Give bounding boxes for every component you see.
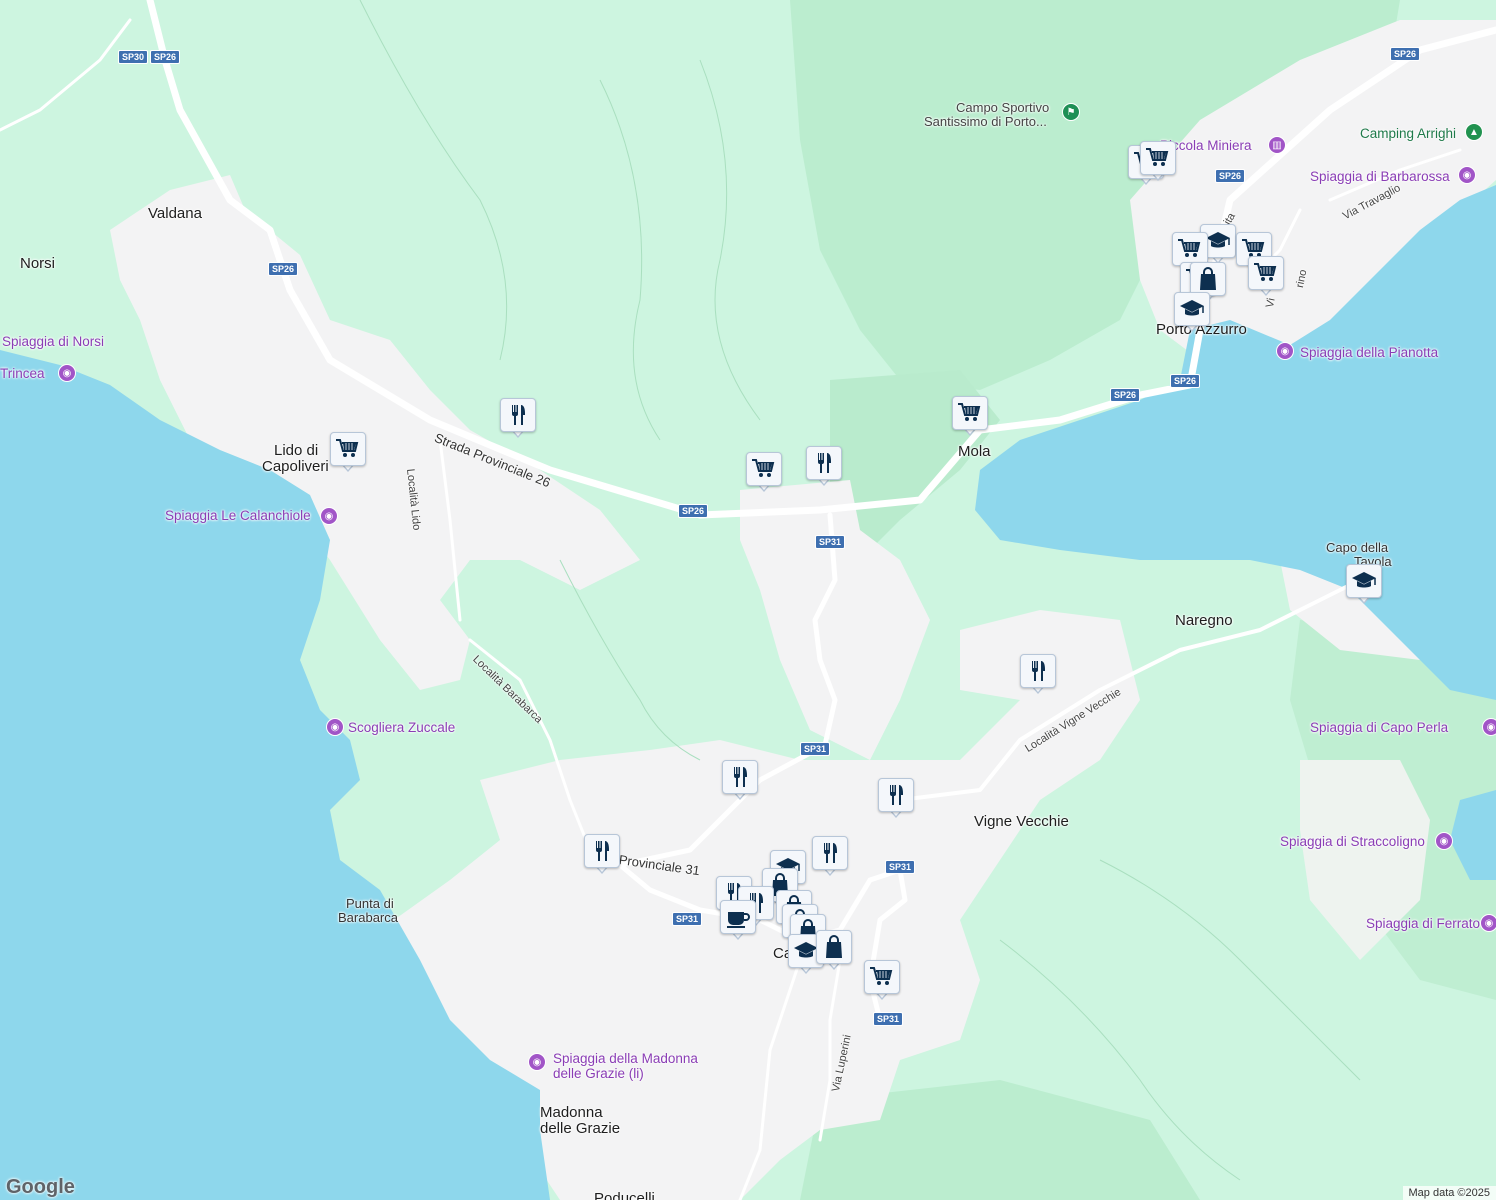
bag-icon bbox=[826, 935, 842, 958]
sports-icon[interactable]: ⚑ bbox=[1062, 103, 1080, 121]
place-label-poducelli[interactable]: Poducelli bbox=[594, 1191, 655, 1200]
school-marker[interactable] bbox=[1174, 292, 1210, 334]
school-icon bbox=[1206, 232, 1230, 248]
restaurant-icon bbox=[512, 405, 525, 425]
camera-icon[interactable]: ◉ bbox=[326, 718, 344, 736]
road-shield: SP26 bbox=[1215, 169, 1246, 183]
camera-icon[interactable]: ◉ bbox=[1458, 166, 1476, 184]
road-shield: SP31 bbox=[815, 535, 846, 549]
poi-label-zuccale[interactable]: Scogliera Zuccale bbox=[348, 720, 455, 736]
road-shield: SP31 bbox=[672, 912, 703, 926]
place-label-norsi[interactable]: Norsi bbox=[20, 256, 55, 272]
museum-icon[interactable]: ▥ bbox=[1268, 136, 1286, 154]
road-shield: SP26 bbox=[150, 50, 181, 64]
shop-icon bbox=[870, 967, 893, 985]
road-shield: SP26 bbox=[678, 504, 709, 518]
shop-icon bbox=[1146, 148, 1169, 166]
shop-marker[interactable] bbox=[864, 960, 900, 1002]
place-label-lido-line1[interactable]: Lido di bbox=[274, 443, 318, 459]
camera-icon[interactable]: ◉ bbox=[528, 1053, 546, 1071]
camera-icon[interactable]: ◉ bbox=[1276, 342, 1294, 360]
restaurant-icon bbox=[890, 785, 903, 805]
restaurant-marker[interactable] bbox=[584, 834, 620, 876]
google-logo: Google bbox=[6, 1176, 75, 1198]
shop-icon bbox=[1254, 263, 1277, 281]
campground-icon[interactable]: ▲ bbox=[1465, 123, 1483, 141]
shop-icon bbox=[958, 403, 981, 421]
camera-icon[interactable]: ◉ bbox=[1482, 718, 1496, 736]
map-canvas[interactable]: SP30 SP26 SP26 SP26 SP26 SP26 SP31 SP31 … bbox=[0, 0, 1496, 1200]
camera-icon[interactable]: ◉ bbox=[320, 507, 338, 525]
cafe-icon bbox=[727, 912, 750, 928]
restaurant-marker[interactable] bbox=[812, 836, 848, 878]
poi-label-camping[interactable]: Camping Arrighi bbox=[1360, 126, 1456, 142]
place-label-madonna-line2[interactable]: delle Grazie bbox=[540, 1121, 620, 1137]
road-shield: SP31 bbox=[885, 860, 916, 874]
road-shield: SP26 bbox=[1390, 47, 1421, 61]
place-label-naregno[interactable]: Naregno bbox=[1175, 613, 1233, 629]
school-marker[interactable] bbox=[1346, 564, 1382, 606]
poi-label-capo-perla[interactable]: Spiaggia di Capo Perla bbox=[1310, 720, 1448, 736]
camera-icon[interactable]: ◉ bbox=[1480, 914, 1496, 932]
restaurant-icon bbox=[818, 453, 831, 473]
school-icon bbox=[1180, 300, 1204, 316]
school-icon bbox=[1352, 572, 1376, 588]
shop-marker[interactable] bbox=[1140, 141, 1176, 183]
road-shield: SP31 bbox=[800, 742, 831, 756]
bag-icon bbox=[1200, 267, 1216, 290]
shop-marker[interactable] bbox=[746, 452, 782, 494]
restaurant-icon bbox=[824, 843, 837, 863]
shop-icon bbox=[1178, 239, 1201, 257]
poi-label-ferrato[interactable]: Spiaggia di Ferrato bbox=[1366, 916, 1480, 932]
road-shield: SP31 bbox=[873, 1012, 904, 1026]
poi-label-pianotta[interactable]: Spiaggia della Pianotta bbox=[1300, 345, 1438, 361]
restaurant-icon bbox=[596, 841, 609, 861]
place-label-madonna-line1[interactable]: Madonna bbox=[540, 1105, 603, 1121]
place-label-mola[interactable]: Mola bbox=[958, 444, 991, 460]
restaurant-marker[interactable] bbox=[500, 398, 536, 440]
restaurant-marker[interactable] bbox=[806, 446, 842, 488]
poi-label-madonna-line1[interactable]: Spiaggia della Madonna bbox=[553, 1051, 698, 1067]
poi-label-madonna-line2[interactable]: delle Grazie (li) bbox=[553, 1066, 644, 1082]
shop-marker[interactable] bbox=[1248, 256, 1284, 298]
poi-label-campo-line2[interactable]: Santissimo di Porto... bbox=[924, 114, 1047, 130]
shop-icon bbox=[752, 459, 775, 477]
road-shield: SP26 bbox=[268, 262, 299, 276]
cafe-marker[interactable] bbox=[720, 900, 756, 942]
poi-label-barbarossa[interactable]: Spiaggia di Barbarossa bbox=[1310, 169, 1450, 185]
poi-label-trincea[interactable]: Trincea bbox=[0, 366, 45, 382]
poi-label-spiaggia-norsi[interactable]: Spiaggia di Norsi bbox=[2, 334, 104, 350]
place-label-valdana[interactable]: Valdana bbox=[148, 206, 202, 222]
restaurant-marker[interactable] bbox=[722, 760, 758, 802]
poi-label-stracoligno[interactable]: Spiaggia di Straccoligno bbox=[1280, 834, 1425, 850]
place-label-vigne-vecchie[interactable]: Vigne Vecchie bbox=[974, 814, 1069, 830]
shop-marker[interactable] bbox=[330, 432, 366, 474]
restaurant-marker[interactable] bbox=[1020, 654, 1056, 696]
bag-marker[interactable] bbox=[816, 930, 852, 972]
camera-icon[interactable]: ◉ bbox=[1435, 832, 1453, 850]
poi-label-calanchiole[interactable]: Spiaggia Le Calanchiole bbox=[165, 508, 311, 524]
road-shield: SP30 bbox=[118, 50, 149, 64]
restaurant-marker[interactable] bbox=[878, 778, 914, 820]
restaurant-icon bbox=[734, 767, 747, 787]
map-attribution[interactable]: Map data ©2025 bbox=[1402, 1186, 1496, 1200]
place-label-punta-line2[interactable]: Barabarca bbox=[338, 910, 398, 926]
shop-icon bbox=[336, 439, 359, 457]
camera-icon[interactable]: ◉ bbox=[58, 364, 76, 382]
road-shield: SP26 bbox=[1170, 374, 1201, 388]
map-base bbox=[0, 0, 1496, 1200]
restaurant-icon bbox=[1032, 661, 1045, 681]
place-label-lido-line2[interactable]: Capoliveri bbox=[262, 459, 329, 475]
road-shield: SP26 bbox=[1110, 388, 1141, 402]
shop-marker[interactable] bbox=[952, 396, 988, 438]
